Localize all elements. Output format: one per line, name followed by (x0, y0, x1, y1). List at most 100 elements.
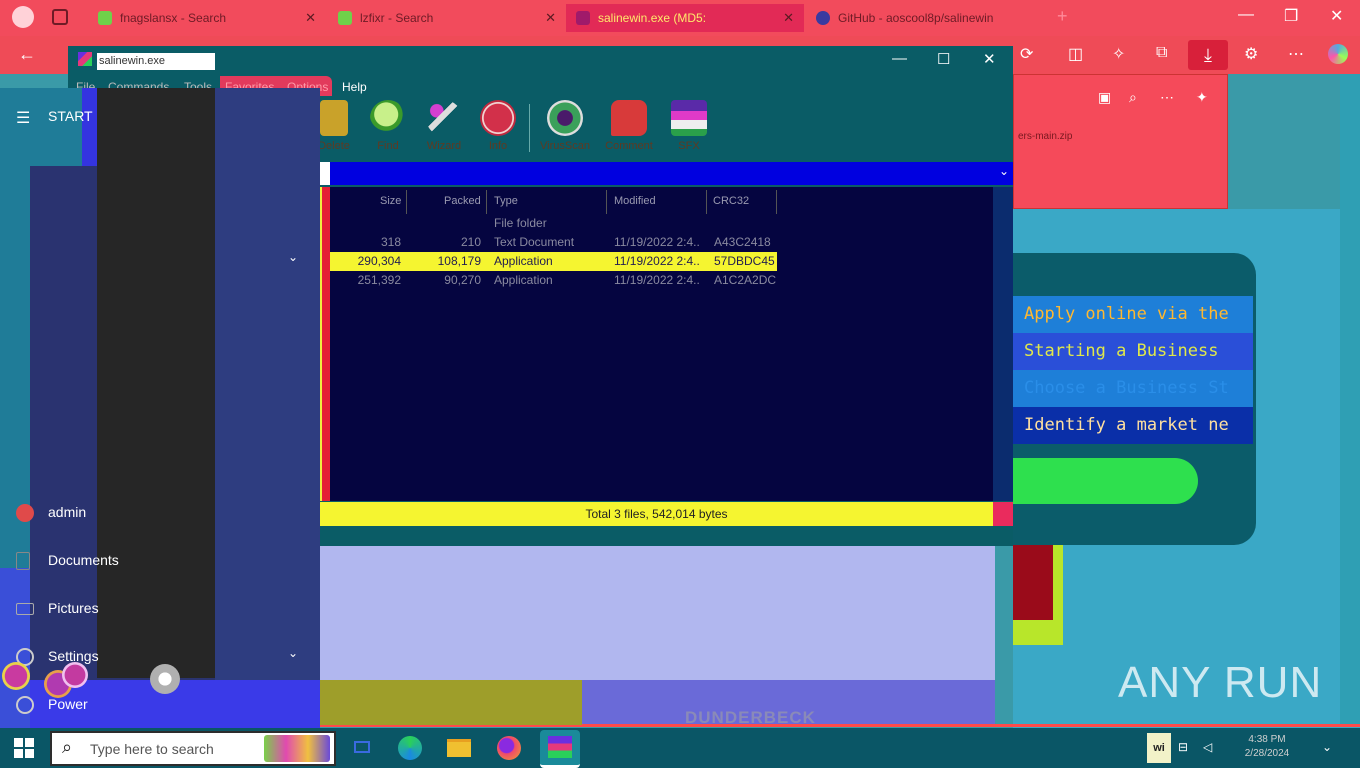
browser-tab[interactable]: GitHub - aoscool8p/salinewin (806, 4, 1044, 32)
column-separator (406, 190, 407, 214)
downloads-button[interactable]: ⤓ (1188, 40, 1228, 70)
up-folder-button[interactable] (320, 162, 330, 185)
github-icon (816, 11, 830, 25)
windows-start-button[interactable] (14, 738, 34, 758)
pin-icon[interactable]: ✦ (1196, 89, 1208, 106)
refresh-icon[interactable]: ⟳ (1020, 44, 1033, 64)
profile-icon[interactable] (12, 6, 34, 28)
close-tab-icon[interactable]: ✕ (305, 10, 316, 26)
column-header-packed[interactable]: Packed (444, 195, 481, 207)
close-tab-icon[interactable]: ✕ (783, 10, 794, 26)
taskbar-explorer-button[interactable] (443, 733, 475, 763)
winrar-close-button[interactable]: ✕ (983, 50, 996, 68)
table-row-selected[interactable]: 290,304 108,179 Application 11/19/2022 2… (330, 252, 777, 271)
start-item-power[interactable]: Power (16, 694, 216, 718)
start-item-label: admin (48, 504, 87, 520)
winrar-minimize-button[interactable]: — (892, 50, 907, 67)
file-list-scrollbar[interactable] (993, 187, 1013, 501)
notifications-icon[interactable]: ⌄ (1322, 740, 1332, 754)
start-item-settings[interactable]: Settings (16, 646, 216, 670)
winrar-maximize-button[interactable]: ☐ (937, 50, 950, 68)
browser-tab-active[interactable]: salinewin.exe (MD5: ✕ (566, 4, 804, 32)
webpage-link[interactable]: Choose a Business St (1013, 370, 1253, 407)
status-bar: Total 3 files, 542,014 bytes (320, 502, 993, 526)
hamburger-menu-icon[interactable]: ☰ (16, 108, 30, 128)
webpage-link[interactable]: Apply online via the (1013, 296, 1253, 333)
toolbar-comment-button[interactable]: Comment (603, 100, 655, 152)
table-row[interactable]: 318 210 Text Document 11/19/2022 2:4... … (330, 233, 777, 252)
winrar-title: salinewin.exe (97, 53, 215, 70)
toolbar-wizard-button[interactable]: Wizard (418, 100, 470, 152)
copilot-icon[interactable] (1328, 44, 1348, 64)
taskbar-firefox-button[interactable] (493, 733, 525, 763)
chevron-down-icon[interactable]: ⌄ (999, 164, 1009, 178)
pictures-icon (16, 603, 34, 615)
taskbar-clock[interactable]: 4:38 PM 2/28/2024 (1232, 733, 1302, 761)
split-screen-icon[interactable]: ◫ (1068, 44, 1083, 64)
glitch-block (1013, 545, 1053, 620)
task-view-icon (354, 741, 370, 753)
winrar-app-icon (78, 52, 92, 66)
browser-tab[interactable]: fnagslansx - Search ✕ (88, 4, 326, 32)
close-tab-icon[interactable]: ✕ (545, 10, 556, 26)
extensions-icon[interactable]: ⚙ (1244, 44, 1258, 64)
toolbar-sfx-button[interactable]: SFX (663, 100, 715, 152)
task-view-button[interactable] (348, 733, 380, 763)
toolbar-virusscan-button[interactable]: VirusScan (539, 100, 591, 152)
volume-icon[interactable]: ◁ (1203, 740, 1212, 754)
column-separator (486, 190, 487, 214)
toolbar-label: Wizard (426, 140, 462, 152)
taskbar-winrar-button[interactable] (540, 730, 580, 768)
start-item-documents[interactable]: Documents (16, 550, 216, 574)
virusscan-icon (547, 100, 583, 136)
webpage-link[interactable]: Starting a Business (1013, 333, 1253, 370)
download-item-filename[interactable]: ers-main.zip (1018, 131, 1072, 142)
browser-minimize-button[interactable]: — (1238, 6, 1254, 24)
cell-size: 318 (380, 235, 401, 249)
open-folder-icon[interactable]: ▣ (1098, 89, 1111, 106)
tab-title: salinewin.exe (MD5: (598, 11, 707, 25)
menu-help[interactable]: Help (342, 80, 367, 94)
start-item-label: Documents (48, 552, 119, 568)
cell-size: 251,392 (357, 273, 401, 287)
winrar-icon (548, 736, 572, 758)
network-icon[interactable]: ⊟ (1178, 740, 1188, 754)
start-item-label: Power (48, 696, 88, 712)
toolbar-find-button[interactable]: Find (362, 100, 414, 152)
start-item-user[interactable]: admin (16, 502, 216, 526)
cell-crc32: 57DBDC45 (714, 254, 775, 268)
taskbar-search-box[interactable]: ⌕ Type here to search (50, 731, 336, 766)
search-downloads-icon[interactable]: ⌕ (1129, 89, 1137, 106)
collections-icon[interactable]: ⧉ (1156, 44, 1167, 62)
more-menu-icon[interactable]: ⋯ (1288, 44, 1304, 64)
toolbar-info-button[interactable]: Info (472, 100, 524, 152)
chevron-down-icon[interactable]: ⌄ (288, 646, 298, 660)
browser-tab-bar: fnagslansx - Search ✕ lzfixr - Search ✕ … (0, 0, 1360, 36)
download-icon: ⤓ (1204, 45, 1212, 65)
column-header-crc32[interactable]: CRC32 (713, 195, 749, 207)
table-row[interactable]: 251,392 90,270 Application 11/19/2022 2:… (330, 271, 777, 290)
browser-close-button[interactable]: ✕ (1330, 6, 1343, 26)
column-header-size[interactable]: Size (380, 195, 401, 207)
taskbar-edge-button[interactable] (394, 733, 426, 763)
start-item-pictures[interactable]: Pictures (16, 598, 216, 622)
path-combobox[interactable]: ⌄ (330, 162, 1013, 185)
column-header-modified[interactable]: Modified (614, 195, 656, 207)
chevron-down-icon[interactable]: ⌄ (288, 250, 298, 264)
more-options-icon[interactable]: ⋯ (1160, 89, 1174, 106)
new-tab-button[interactable]: + (1057, 6, 1068, 27)
page-scrollbar[interactable] (1340, 74, 1360, 724)
resize-grip[interactable] (993, 502, 1013, 526)
browser-tab[interactable]: lzfixr - Search ✕ (328, 4, 566, 32)
webpage-link[interactable]: Identify a market ne (1013, 407, 1253, 444)
webpage-action-button[interactable] (1013, 458, 1198, 504)
column-header-type[interactable]: Type (494, 195, 518, 207)
cell-modified: 11/19/2022 2:4... (614, 254, 700, 268)
browser-restore-button[interactable]: ❐ (1284, 6, 1298, 26)
table-row[interactable]: File folder (330, 214, 777, 233)
tray-app-label[interactable]: wi (1147, 733, 1171, 763)
tab-actions-icon[interactable] (52, 9, 68, 25)
favorites-icon[interactable]: ✧ (1112, 44, 1125, 64)
anyrun-icon (576, 11, 590, 25)
back-button[interactable]: ← (18, 44, 36, 65)
